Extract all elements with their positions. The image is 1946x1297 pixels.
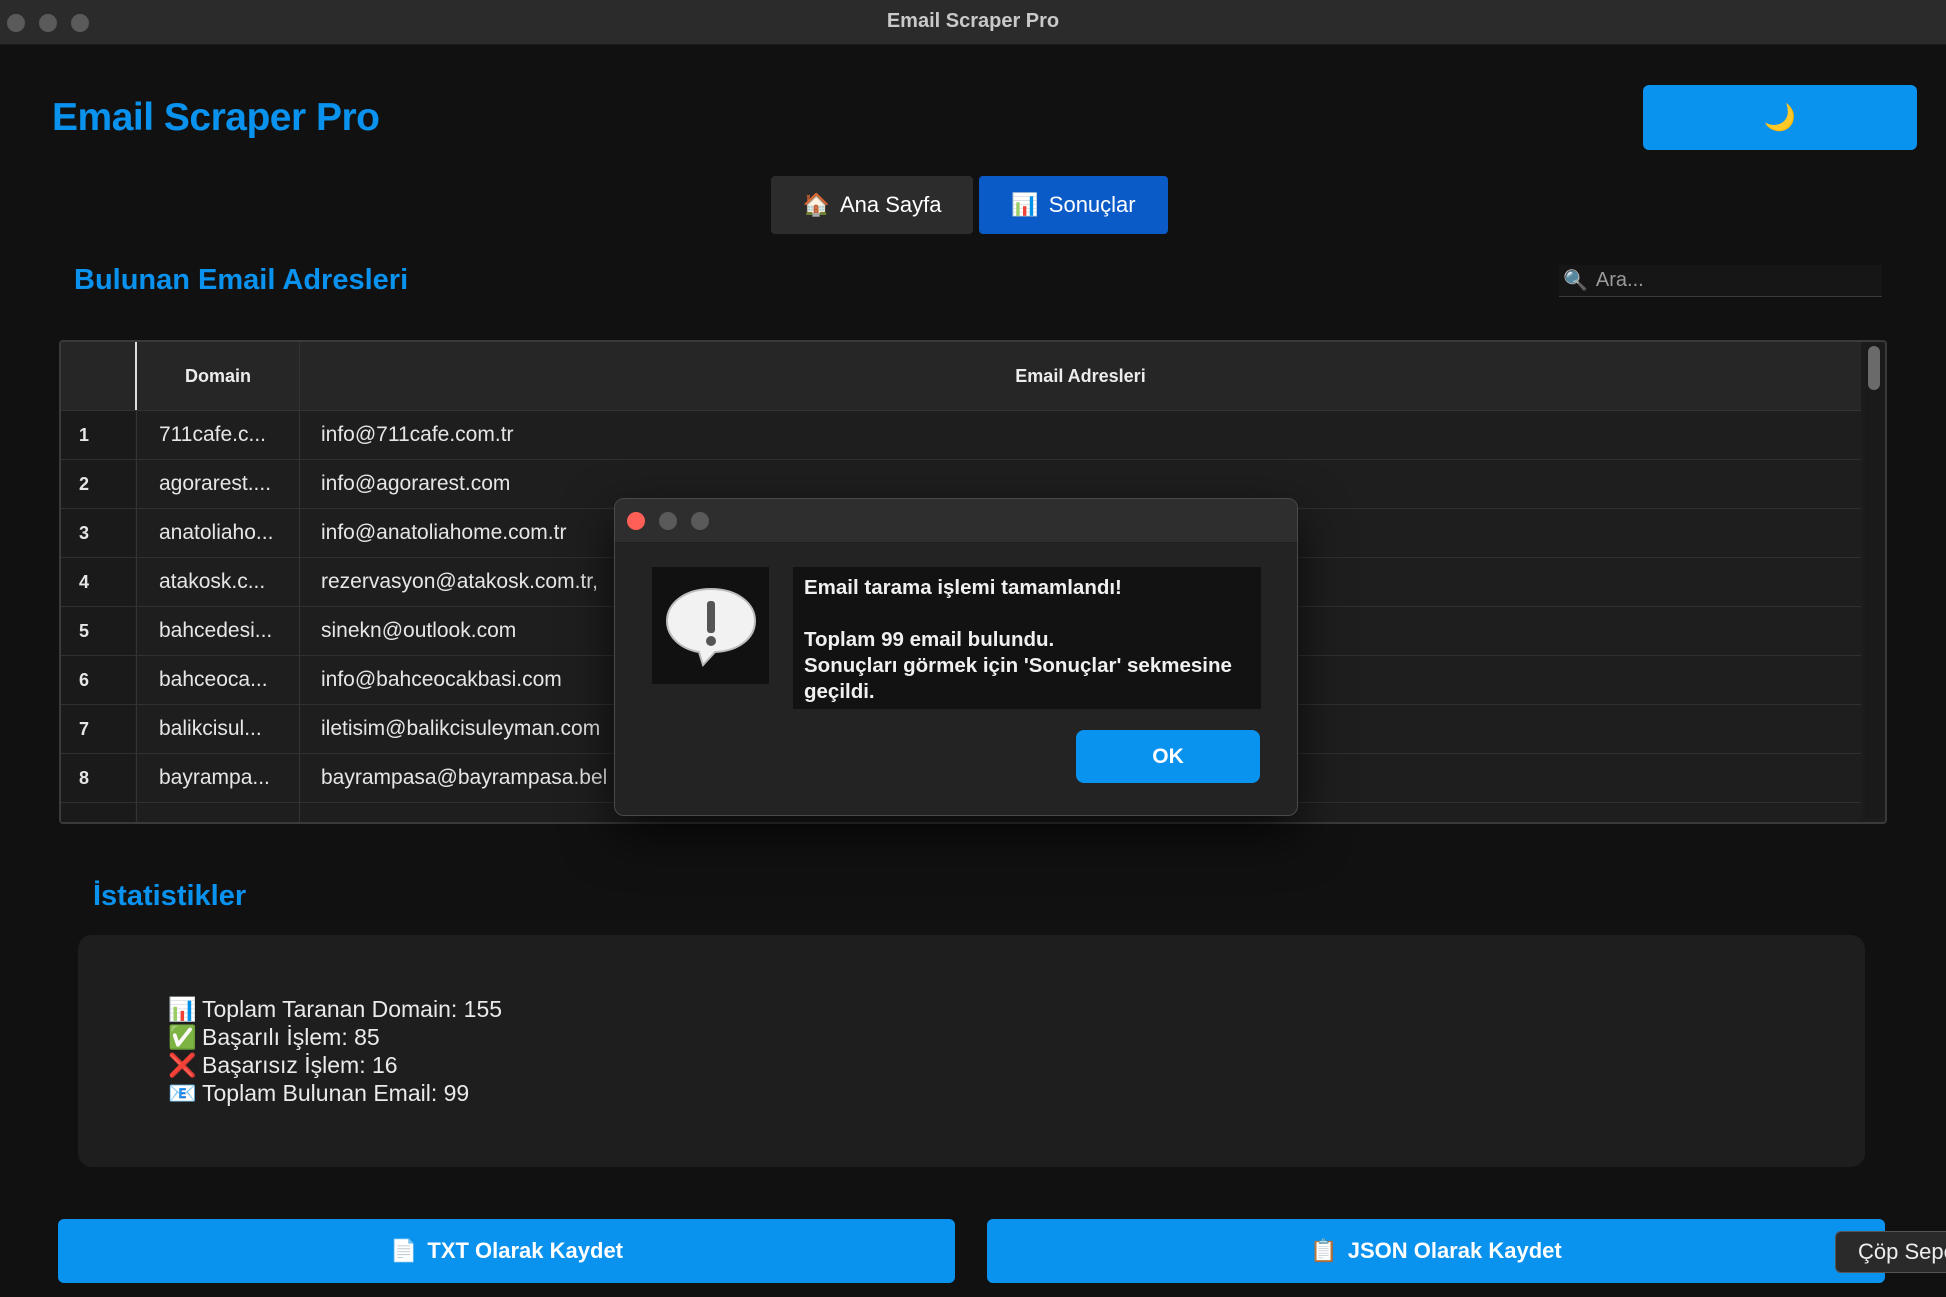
search-box: 🔍	[1559, 265, 1882, 297]
stats-section-title: İstatistikler	[93, 880, 247, 912]
save-txt-button[interactable]: 📄 TXT Olarak Kaydet	[58, 1219, 955, 1283]
search-input[interactable]	[1593, 268, 1878, 293]
domain-cell[interactable]: 711cafe.c...	[136, 411, 300, 459]
check-icon: ✅	[168, 1024, 197, 1050]
dialog-line-2: Toplam 99 email bulundu.	[804, 628, 1055, 651]
row-index: 7	[61, 705, 135, 753]
dialog-minimize-button	[659, 512, 677, 530]
row-index: 8	[61, 754, 135, 802]
column-header-domain[interactable]: Domain	[137, 342, 300, 410]
row-index: 5	[61, 607, 135, 655]
domain-cell[interactable]	[136, 803, 300, 822]
domain-cell[interactable]: atakosk.c...	[136, 558, 300, 606]
dialog-line-3: Sonuçları görmek için 'Sonuçlar' sekmesi…	[804, 654, 1232, 703]
dialog-message: Email tarama işlemi tamamlandı! Toplam 9…	[793, 567, 1261, 709]
cross-icon: ❌	[168, 1052, 197, 1078]
stat-successful: ✅ Başarılı İşlem: 85	[168, 1023, 502, 1051]
clipboard-icon: 📋	[1310, 1238, 1338, 1263]
stat-failed: ❌ Başarısız İşlem: 16	[168, 1051, 502, 1079]
table-scrollbar[interactable]	[1865, 344, 1883, 818]
tab-results-label: Sonuçlar	[1048, 192, 1136, 217]
window-titlebar: Email Scraper Pro	[0, 0, 1946, 45]
table-header: Domain Email Adresleri	[61, 342, 1861, 411]
app-title: Email Scraper Pro	[52, 96, 380, 139]
domain-cell[interactable]: balikcisul...	[136, 705, 300, 753]
tab-home[interactable]: 🏠 Ana Sayfa	[771, 176, 973, 234]
row-index	[61, 803, 135, 822]
domain-cell[interactable]: bayrampa...	[136, 754, 300, 802]
home-icon: 🏠	[802, 192, 830, 217]
search-icon: 🔍	[1563, 270, 1588, 292]
column-header-email[interactable]: Email Adresleri	[300, 342, 1861, 410]
row-index: 1	[61, 411, 135, 459]
scrollbar-thumb[interactable]	[1868, 346, 1880, 390]
moon-icon: 🌙	[1763, 102, 1797, 132]
window-title: Email Scraper Pro	[886, 10, 1060, 32]
domain-cell[interactable]: anatoliaho...	[136, 509, 300, 557]
tab-home-label: Ana Sayfa	[839, 192, 942, 217]
stats-list: 📊 Toplam Taranan Domain: 155 ✅ Başarılı …	[168, 995, 502, 1107]
dialog-maximize-button	[691, 512, 709, 530]
email-icon: 📧	[168, 1080, 197, 1106]
ok-button[interactable]: OK	[1076, 730, 1260, 783]
save-txt-label: TXT Olarak Kaydet	[427, 1238, 624, 1263]
stat-total-domains: 📊 Toplam Taranan Domain: 155	[168, 995, 502, 1023]
chart-icon: 📊	[168, 996, 197, 1022]
email-cell[interactable]: info@711cafe.com.tr	[301, 411, 1861, 459]
tab-results[interactable]: 📊 Sonuçlar	[979, 176, 1168, 234]
domain-cell[interactable]: bahcedesi...	[136, 607, 300, 655]
trash-tooltip: Çöp Sepeti	[1835, 1231, 1946, 1273]
results-section-title: Bulunan Email Adresleri	[74, 264, 409, 296]
document-icon: 📄	[389, 1238, 418, 1263]
theme-toggle-button[interactable]: 🌙	[1643, 85, 1917, 150]
chart-icon: 📊	[1011, 192, 1039, 217]
table-corner-header[interactable]	[61, 342, 137, 410]
completion-dialog: Email tarama işlemi tamamlandı! Toplam 9…	[614, 498, 1298, 816]
save-json-label: JSON Olarak Kaydet	[1347, 1238, 1562, 1263]
stat-text: Başarılı İşlem: 85	[202, 1024, 380, 1050]
row-index: 2	[61, 460, 135, 508]
save-json-button[interactable]: 📋 JSON Olarak Kaydet	[987, 1219, 1885, 1283]
row-index: 4	[61, 558, 135, 606]
stat-text: Toplam Bulunan Email: 99	[202, 1080, 470, 1106]
dialog-titlebar	[615, 499, 1297, 543]
domain-cell[interactable]: agorarest....	[136, 460, 300, 508]
domain-cell[interactable]: bahceoca...	[136, 656, 300, 704]
stat-total-emails: 📧 Toplam Bulunan Email: 99	[168, 1079, 502, 1107]
dialog-close-button[interactable]	[627, 512, 645, 530]
warning-icon	[652, 567, 769, 684]
table-row[interactable]: 1 711cafe.c... info@711cafe.com.tr	[61, 411, 1861, 460]
row-index: 6	[61, 656, 135, 704]
stat-text: Başarısız İşlem: 16	[202, 1052, 398, 1078]
dialog-line-1: Email tarama işlemi tamamlandı!	[804, 576, 1122, 599]
row-index: 3	[61, 509, 135, 557]
stat-text: Toplam Taranan Domain: 155	[202, 996, 503, 1022]
